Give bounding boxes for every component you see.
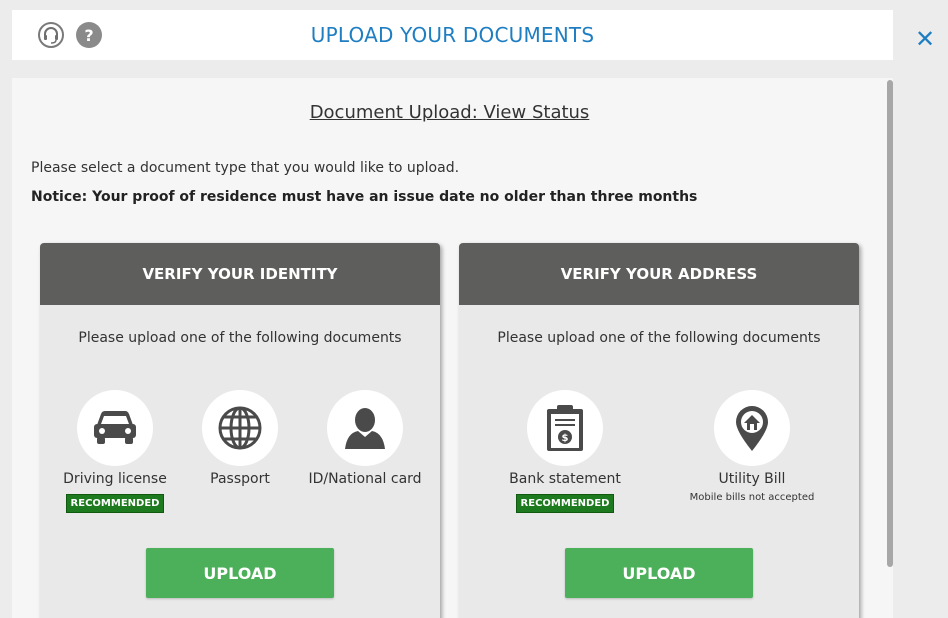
- car-icon: [77, 390, 153, 466]
- main-content: Document Upload: View Status Please sele…: [12, 78, 893, 618]
- identity-card-subtitle: Please upload one of the following docum…: [78, 330, 402, 346]
- dialog-title: UPLOAD YOUR DOCUMENTS: [310, 23, 595, 47]
- house-location-pin-icon: [714, 390, 790, 466]
- close-icon[interactable]: ✕: [912, 26, 938, 52]
- mobile-bills-note: Mobile bills not accepted: [689, 492, 815, 503]
- notice-text: Notice: Your proof of residence must hav…: [31, 189, 698, 205]
- recommended-badge: RECOMMENDED: [65, 494, 165, 513]
- verify-address-card: VERIFY YOUR ADDRESS Please upload one of…: [459, 243, 859, 618]
- verify-identity-card: VERIFY YOUR IDENTITY Please upload one o…: [40, 243, 440, 618]
- address-card-subtitle: Please upload one of the following docum…: [497, 330, 821, 346]
- dialog-header: ? UPLOAD YOUR DOCUMENTS: [12, 10, 893, 60]
- doc-label: ID/National card: [308, 471, 422, 487]
- doc-label: Utility Bill: [718, 471, 786, 487]
- doc-label: Bank statement: [509, 471, 621, 487]
- view-status-link[interactable]: Document Upload: View Status: [12, 102, 887, 123]
- vertical-scrollbar[interactable]: [887, 80, 893, 567]
- person-icon: [327, 390, 403, 466]
- globe-icon: [202, 390, 278, 466]
- doc-option-bank-statement[interactable]: $ Bank statement RECOMMENDED: [500, 390, 630, 513]
- doc-label: Passport: [210, 471, 270, 487]
- address-upload-button[interactable]: UPLOAD: [565, 548, 753, 598]
- identity-upload-button[interactable]: UPLOAD: [146, 548, 334, 598]
- doc-option-id-card[interactable]: ID/National card: [300, 390, 430, 487]
- doc-option-passport[interactable]: Passport: [175, 390, 305, 487]
- doc-label: Driving license: [63, 471, 167, 487]
- doc-option-driving-license[interactable]: Driving license RECOMMENDED: [50, 390, 180, 513]
- clipboard-dollar-icon: $: [527, 390, 603, 466]
- svg-text:$: $: [562, 433, 569, 444]
- intro-text: Please select a document type that you w…: [31, 160, 460, 176]
- address-card-title: VERIFY YOUR ADDRESS: [459, 243, 859, 305]
- doc-option-utility-bill[interactable]: Utility Bill Mobile bills not accepted: [687, 390, 817, 503]
- identity-card-title: VERIFY YOUR IDENTITY: [40, 243, 440, 305]
- recommended-badge: RECOMMENDED: [515, 494, 615, 513]
